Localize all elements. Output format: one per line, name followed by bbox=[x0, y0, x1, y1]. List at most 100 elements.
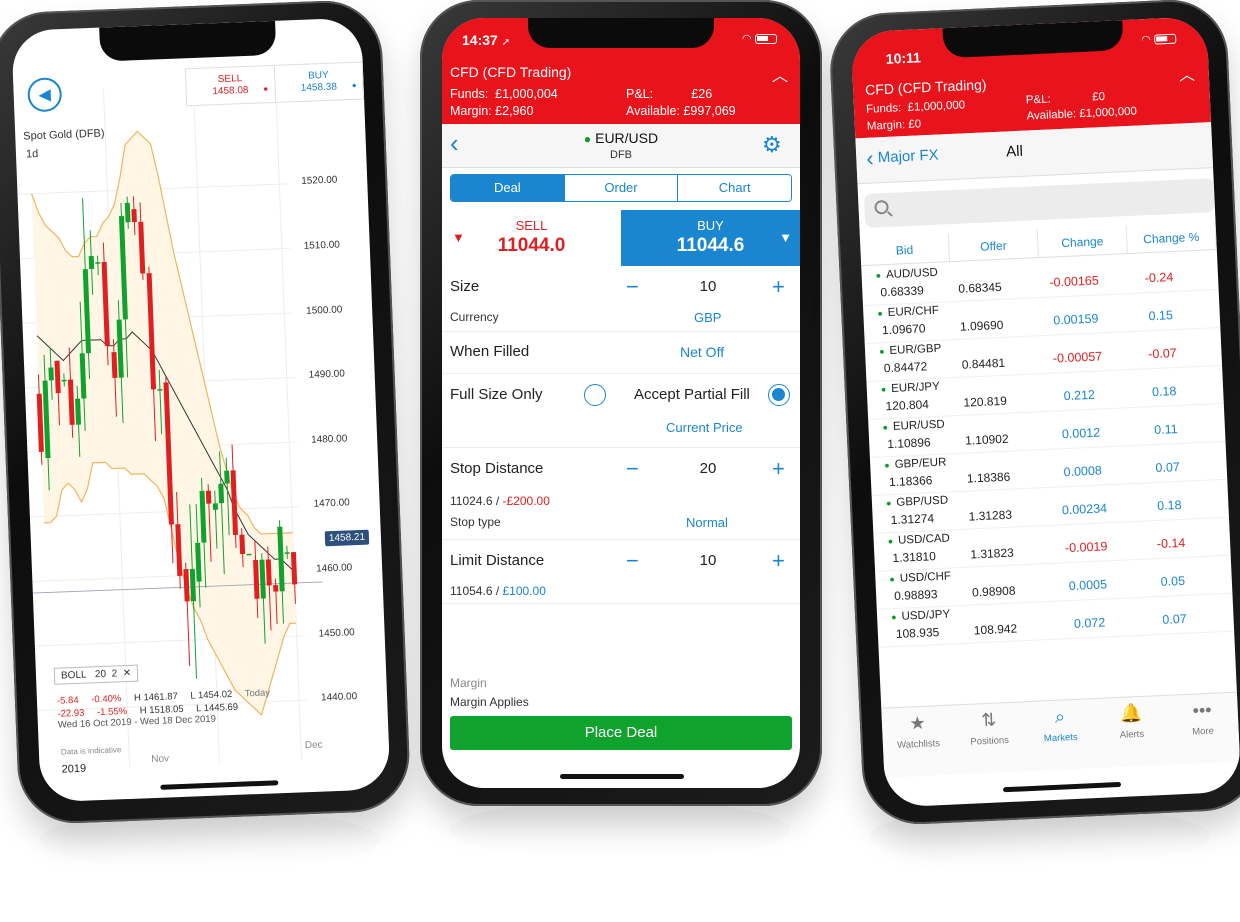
full-size-only-label: Full Size Only bbox=[450, 386, 543, 403]
candle-body bbox=[124, 202, 131, 223]
stop-type-select[interactable]: Normal bbox=[686, 515, 728, 530]
indicator-name: BOLL bbox=[60, 669, 87, 682]
battery-icon bbox=[754, 34, 777, 45]
tab-more[interactable]: ••• More bbox=[1166, 693, 1240, 765]
back-label: Major FX bbox=[877, 146, 939, 167]
collapse-chevron-up-icon[interactable]: ︿ bbox=[1178, 61, 1196, 86]
funds-value: £1,000,004 bbox=[495, 87, 558, 101]
market-open-dot: ● bbox=[890, 611, 897, 623]
margin-row: Margin: £2,960 bbox=[450, 104, 533, 118]
limit-distance-input[interactable]: 10 bbox=[678, 552, 738, 569]
price-axis-label: 1490.00 bbox=[308, 368, 346, 381]
price-row: ▼ SELL 11044.0 ▼ BUY 11044.6 bbox=[442, 210, 800, 266]
tab-watchlists[interactable]: ★ Watchlists bbox=[881, 706, 955, 778]
bollinger-indicator-chip[interactable]: BOLL 20 2 ✕ bbox=[53, 664, 139, 685]
indicator-stddev: 2 bbox=[111, 668, 118, 680]
limit-increment-button[interactable]: + bbox=[772, 550, 785, 572]
limit-decrement-button[interactable]: − bbox=[626, 550, 639, 572]
market-bid: 108.935 bbox=[895, 625, 940, 641]
tab-label: More bbox=[1192, 725, 1215, 738]
column-header-bid[interactable]: Bid bbox=[859, 234, 951, 266]
today-change-pct: -0.40% bbox=[91, 693, 122, 706]
tab-alerts[interactable]: 🔔 Alerts bbox=[1095, 696, 1169, 768]
when-filled-select[interactable]: Net Off bbox=[680, 344, 724, 360]
back-button[interactable]: ‹ Major FX bbox=[866, 143, 939, 172]
currency-label: Currency bbox=[450, 310, 499, 324]
market-change: 0.072 bbox=[1073, 615, 1106, 631]
accept-partial-fill-radio[interactable] bbox=[768, 384, 790, 406]
market-change-pct: 0.07 bbox=[1162, 611, 1188, 627]
market-bid: 1.31810 bbox=[892, 549, 937, 566]
column-header-change[interactable]: Change bbox=[1037, 226, 1128, 258]
search-icon: ⌕ bbox=[1054, 706, 1066, 727]
quote-box: SELL 1458.08 ● BUY 1458.38 ● bbox=[184, 61, 365, 107]
bell-icon: 🔔 bbox=[1119, 702, 1143, 724]
size-decrement-button[interactable]: − bbox=[626, 276, 639, 298]
today-low: L 1454.02 bbox=[190, 688, 233, 702]
pnl-label: P&L: bbox=[626, 87, 654, 101]
stop-distance-input[interactable]: 20 bbox=[678, 460, 738, 477]
search-input[interactable] bbox=[863, 178, 1216, 228]
price-type-select[interactable]: Current Price bbox=[666, 420, 743, 435]
column-header-offer[interactable]: Offer bbox=[948, 230, 1039, 262]
buy-down-triangle-icon: ▼ bbox=[779, 230, 792, 245]
chart-timeframe[interactable]: 1d bbox=[26, 148, 39, 160]
markets-screen: 10:11 ◠ CFD (CFD Trading) ︿ Funds: £1,00… bbox=[850, 16, 1240, 808]
price-axis-label: 1480.00 bbox=[310, 433, 348, 446]
market-bid: 0.84472 bbox=[883, 359, 928, 376]
list-title: All bbox=[1005, 142, 1024, 161]
size-increment-button[interactable]: + bbox=[772, 276, 785, 298]
column-header-change-pct[interactable]: Change % bbox=[1126, 222, 1217, 254]
limit-amount: £100.00 bbox=[502, 584, 546, 598]
price-axis-label: 1470.00 bbox=[313, 497, 350, 511]
size-label: Size bbox=[450, 278, 480, 295]
price-axis-label: 1520.00 bbox=[301, 174, 338, 188]
market-name: ● USD/JPY bbox=[891, 609, 950, 624]
market-change: 0.00159 bbox=[1052, 311, 1099, 328]
candle-body bbox=[61, 379, 67, 382]
candle-body bbox=[75, 398, 82, 425]
limit-level: 11054.6 / £100.00 bbox=[450, 584, 546, 598]
market-name-text: EUR/JPY bbox=[890, 380, 941, 395]
full-size-only-radio[interactable] bbox=[584, 384, 606, 406]
phone-deal-ticket: 14:37 ➚ ◠ CFD (CFD Trading) ︿ Funds: £1,… bbox=[420, 0, 822, 806]
tab-positions[interactable]: ⇅ Positions bbox=[952, 702, 1026, 774]
market-name-text: USD/CAD bbox=[897, 532, 951, 547]
margin-label: Margin: bbox=[450, 104, 492, 118]
market-name-text: GBP/USD bbox=[896, 494, 949, 509]
quick-sell-button[interactable]: SELL 1458.08 ● bbox=[186, 66, 275, 105]
gear-icon[interactable]: ⚙ bbox=[762, 132, 782, 158]
size-input[interactable]: 10 bbox=[678, 278, 738, 295]
buy-button[interactable]: ▼ BUY 11044.6 bbox=[621, 210, 800, 266]
price-axis-label: 1440.00 bbox=[320, 691, 358, 704]
tab-chart[interactable]: Chart bbox=[677, 175, 791, 201]
tab-label: Positions bbox=[970, 734, 1010, 748]
market-name: ● EUR/JPY bbox=[881, 381, 940, 396]
market-offer: 1.10902 bbox=[964, 431, 1009, 448]
market-change: 0.0008 bbox=[1063, 463, 1103, 480]
instrument-type: DFB bbox=[610, 149, 632, 161]
instrument-text: EUR/USD bbox=[595, 130, 659, 146]
home-indicator bbox=[560, 774, 684, 779]
close-icon[interactable]: ✕ bbox=[123, 668, 132, 679]
candle-body bbox=[88, 255, 95, 270]
market-name-text: EUR/GBP bbox=[889, 342, 942, 357]
collapse-chevron-up-icon[interactable]: ︿ bbox=[772, 62, 788, 86]
market-name: ● EUR/CHF bbox=[877, 305, 939, 320]
tab-deal[interactable]: Deal bbox=[451, 175, 564, 201]
quick-buy-button[interactable]: BUY 1458.38 ● bbox=[273, 62, 364, 102]
tab-order[interactable]: Order bbox=[563, 175, 678, 201]
sell-button[interactable]: ▼ SELL 11044.0 bbox=[442, 210, 621, 266]
market-open-dot: ● bbox=[887, 536, 894, 547]
market-change: 0.212 bbox=[1063, 387, 1096, 404]
place-deal-button[interactable]: Place Deal bbox=[450, 716, 792, 750]
tab-markets[interactable]: ⌕ Markets bbox=[1024, 699, 1098, 771]
tab-label: Alerts bbox=[1119, 728, 1145, 741]
stop-decrement-button[interactable]: − bbox=[626, 458, 639, 480]
stop-increment-button[interactable]: + bbox=[772, 458, 785, 480]
instrument-nav-bar: ‹ ● EUR/USD DFB ⚙ bbox=[442, 124, 800, 168]
more-dots-icon: ••• bbox=[1192, 699, 1212, 721]
currency-select[interactable]: GBP bbox=[694, 310, 721, 325]
market-change-pct: 0.05 bbox=[1160, 573, 1186, 589]
candle-body bbox=[224, 470, 230, 484]
